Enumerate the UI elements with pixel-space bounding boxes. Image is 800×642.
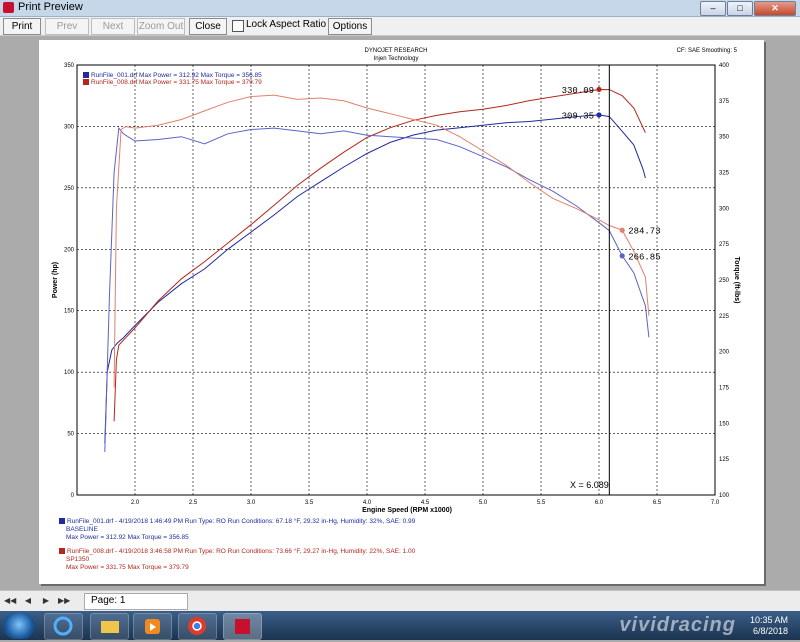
- y-tick-label: 350: [64, 63, 75, 69]
- clock[interactable]: 10:35 AM 6/8/2018: [750, 615, 788, 637]
- first-page-icon[interactable]: ◀◀: [4, 595, 16, 607]
- plot-area: [76, 64, 716, 496]
- toolbar: Print Prev Next Zoom Out Close Lock Aspe…: [0, 17, 800, 36]
- prev-page-icon[interactable]: ◀: [22, 595, 34, 607]
- media-player-icon[interactable]: [133, 613, 172, 640]
- legend-swatch: [83, 79, 89, 86]
- legend-swatch: [83, 72, 89, 79]
- x-tick-label: 7.0: [711, 500, 720, 506]
- y2-tick-label: 325: [719, 171, 730, 177]
- run-detail-line2-run008: SP1350: [66, 556, 90, 563]
- y2-tick-labels: 100 125 150 175 200 225 250 275 300 325 350 375 400: [719, 63, 730, 499]
- y2-tick-label: 300: [719, 206, 730, 212]
- y2-tick-label: 400: [719, 63, 730, 69]
- window-controls: – □ ✕: [699, 1, 796, 16]
- page-indicator: Page: 1: [84, 593, 188, 610]
- inset-legend-run008: RunFile_008.drf Max Power = 331.75 Max T…: [83, 79, 262, 87]
- data-label-marker: [619, 227, 625, 233]
- y2-tick-label: 125: [719, 457, 730, 463]
- run-detail-line1-run008: RunFile_008.drf - 4/19/2018 3:46:58 PM R…: [59, 548, 415, 556]
- y-axis-label: Power (hp): [52, 262, 59, 298]
- x-tick-label: 2.0: [131, 500, 140, 506]
- x-tick-label: 6.5: [653, 500, 662, 506]
- last-page-icon[interactable]: ▶▶: [58, 595, 70, 607]
- minimize-button[interactable]: –: [700, 1, 726, 16]
- report-subtitle: Injen Technology: [374, 56, 419, 62]
- legend-swatch: [59, 548, 65, 555]
- data-label-marker: [596, 112, 602, 118]
- run-detail-line1-run001: RunFile_001.drf - 4/19/2018 1:46:49 PM R…: [59, 518, 415, 526]
- x-tick-label: 5.5: [537, 500, 546, 506]
- lock-aspect-label: Lock Aspect Ratio: [246, 19, 327, 30]
- lock-aspect-checkbox[interactable]: [232, 20, 244, 32]
- close-button[interactable]: Close: [189, 18, 227, 35]
- y-tick-label: 250: [64, 186, 75, 192]
- status-bar: ◀◀ ◀ ▶ ▶▶ Page: 1: [0, 590, 800, 611]
- y-tick-label: 0: [71, 493, 75, 499]
- y-tick-labels: 0 50 100 150 200 250 300 350: [64, 63, 75, 499]
- print-button[interactable]: Print: [3, 18, 41, 35]
- report-title: DYNOJET RESEARCH: [365, 48, 428, 54]
- y2-tick-label: 150: [719, 421, 730, 427]
- y2-tick-label: 250: [719, 278, 730, 284]
- cursor-readout: X = 6.089: [570, 480, 609, 490]
- y2-tick-label: 225: [719, 314, 730, 320]
- dyno-chart: DYNOJET RESEARCH Injen Technology CF: SA…: [52, 48, 740, 514]
- run-detail-line3-run001: Max Power = 312.92 Max Torque = 356.85: [66, 534, 189, 541]
- data-label-marker: [619, 253, 625, 259]
- watermark-logo: vividracing: [619, 614, 736, 636]
- chrome-icon[interactable]: [178, 613, 217, 640]
- x-tick-label: 4.5: [421, 500, 430, 506]
- data-label-text: 266.85: [628, 252, 660, 262]
- legend-swatch: [59, 518, 65, 525]
- dynojet-app-icon[interactable]: [223, 613, 262, 640]
- title-bar: Print Preview – □ ✕: [0, 0, 800, 17]
- app-icon: [3, 2, 14, 13]
- y-tick-label: 200: [64, 247, 75, 253]
- y2-tick-label: 175: [719, 386, 730, 392]
- y2-tick-label: 275: [719, 242, 730, 248]
- y2-tick-label: 375: [719, 99, 730, 105]
- x-tick-label: 2.5: [189, 500, 198, 506]
- start-button[interactable]: [3, 613, 35, 639]
- y2-tick-label: 350: [719, 135, 730, 141]
- y-tick-label: 100: [64, 370, 75, 376]
- explorer-icon[interactable]: [90, 613, 129, 640]
- x-tick-labels: 2.0 2.5 3.0 3.5 4.0 4.5 5.0 5.5 6.0 6.5 7.0: [131, 500, 720, 506]
- clock-time: 10:35 AM: [749, 615, 788, 625]
- zoom-out-button[interactable]: Zoom Out: [137, 18, 185, 35]
- y2-tick-label: 100: [719, 493, 730, 499]
- y-tick-label: 50: [67, 432, 74, 438]
- x-tick-label: 4.0: [363, 500, 372, 506]
- preview-page: DYNOJET RESEARCH Injen Technology CF: SA…: [39, 40, 764, 584]
- data-label-text: 330.09: [562, 86, 594, 96]
- maximize-button[interactable]: □: [727, 1, 753, 16]
- ie-icon[interactable]: [44, 613, 83, 640]
- x-tick-label: 5.0: [479, 500, 488, 506]
- x-tick-label: 6.0: [595, 500, 604, 506]
- y2-axis-label: Torque (ft-lbs): [733, 257, 740, 304]
- x-tick-label: 3.5: [305, 500, 314, 506]
- x-axis-label: Engine Speed (RPM x1000): [362, 507, 452, 514]
- prev-button[interactable]: Prev: [45, 18, 89, 35]
- data-label-text: 284.73: [628, 227, 660, 237]
- options-button[interactable]: Options: [328, 18, 372, 35]
- window-title: Print Preview: [18, 1, 83, 13]
- next-button[interactable]: Next: [91, 18, 135, 35]
- y-tick-label: 150: [64, 309, 75, 315]
- next-page-icon[interactable]: ▶: [40, 595, 52, 607]
- x-tick-label: 3.0: [247, 500, 256, 506]
- y-tick-label: 300: [64, 124, 75, 130]
- y2-tick-label: 200: [719, 350, 730, 356]
- run-detail-line3-run008: Max Power = 331.75 Max Torque = 379.79: [66, 564, 189, 571]
- clock-date: 6/8/2018: [752, 626, 788, 636]
- report-corner-text: CF: SAE Smoothing: 5: [677, 48, 738, 54]
- run-detail-line2-run001: BASELINE: [66, 526, 98, 533]
- data-label-marker: [596, 86, 602, 93]
- close-window-button[interactable]: ✕: [754, 1, 796, 16]
- data-label-text: 309.35: [562, 111, 594, 121]
